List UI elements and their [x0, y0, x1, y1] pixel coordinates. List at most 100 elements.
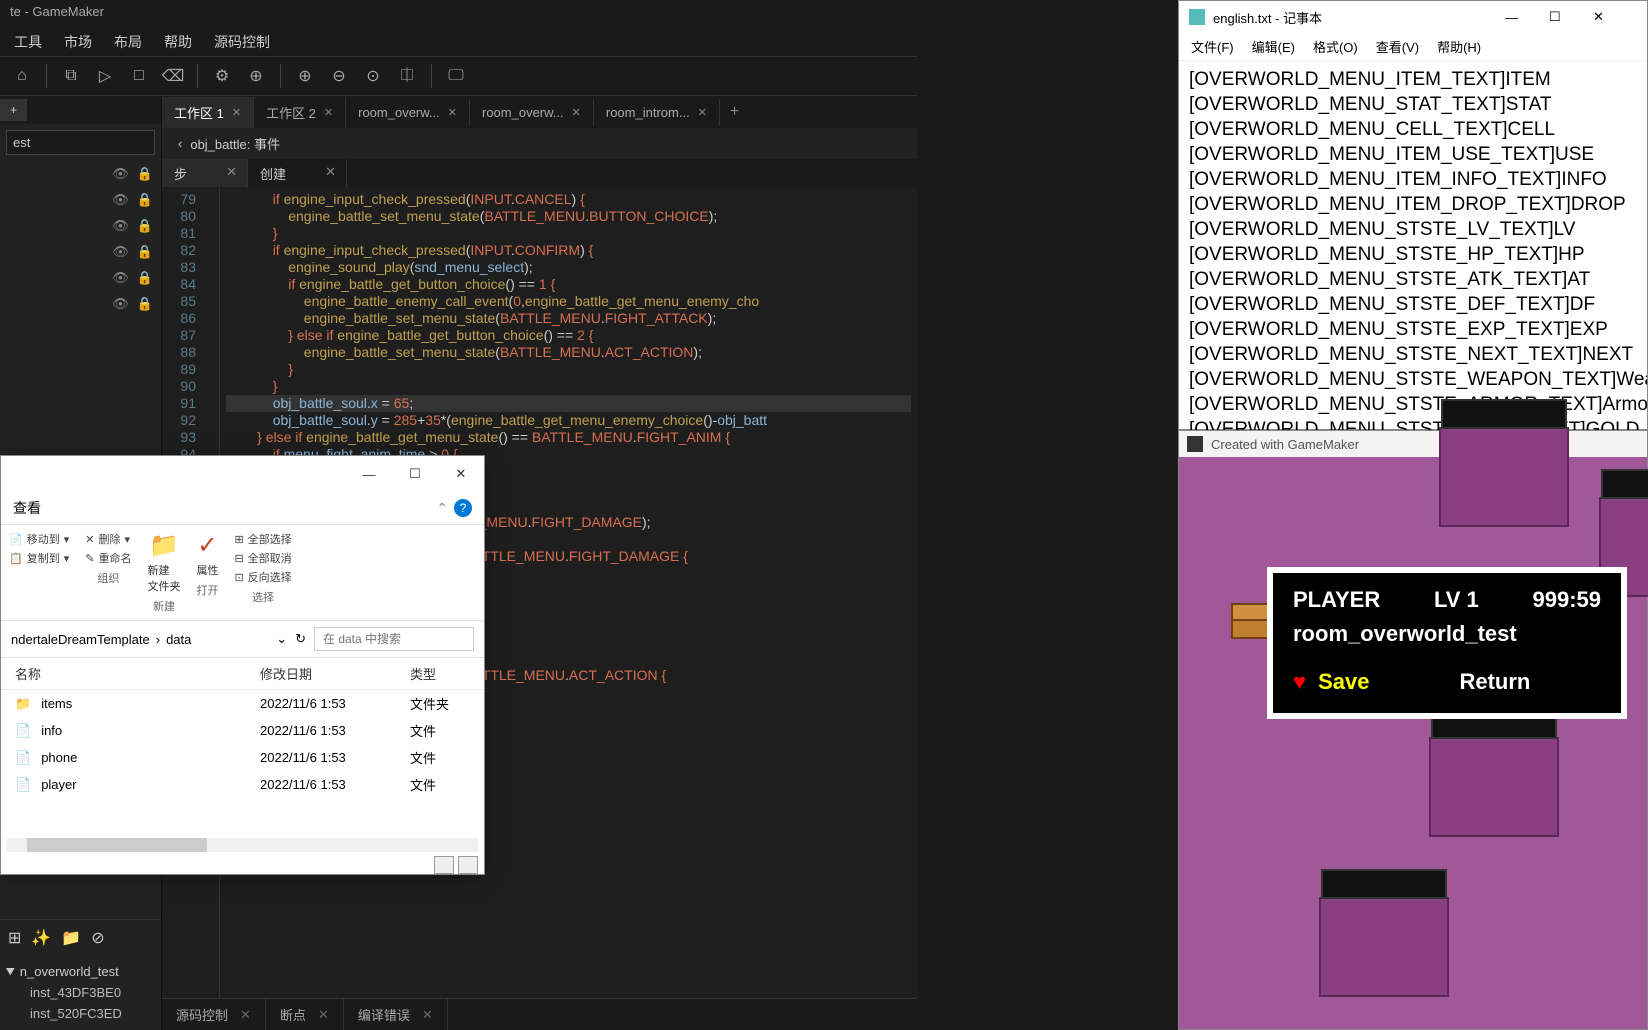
- menu-item[interactable]: 格式(O): [1313, 37, 1358, 56]
- notepad-content[interactable]: [OVERWORLD_MENU_ITEM_TEXT]ITEM [OVERWORL…: [1179, 61, 1647, 448]
- menu-item[interactable]: 帮助: [164, 32, 192, 52]
- add-tab-button[interactable]: +: [720, 97, 749, 127]
- target-icon[interactable]: ⊕: [242, 62, 270, 90]
- details-view-button[interactable]: [434, 856, 454, 874]
- close-button[interactable]: ✕: [438, 458, 484, 490]
- menu-item[interactable]: 工具: [14, 32, 42, 52]
- eye-icon[interactable]: 👁: [112, 218, 129, 234]
- layer-row[interactable]: 👁🔒: [0, 265, 161, 291]
- search-input[interactable]: [314, 627, 474, 651]
- menu-item[interactable]: 源码控制: [214, 32, 270, 52]
- chevron-down-icon[interactable]: ⌄: [276, 631, 287, 647]
- resource-search[interactable]: [6, 130, 155, 155]
- return-option[interactable]: Return: [1459, 669, 1530, 695]
- folder-icon[interactable]: 📁: [61, 928, 81, 948]
- col-name[interactable]: 名称: [15, 664, 260, 683]
- close-icon[interactable]: ✕: [325, 164, 336, 180]
- add-tab[interactable]: +: [0, 99, 27, 121]
- menu-item[interactable]: 帮助(H): [1437, 37, 1481, 56]
- eye-icon[interactable]: 👁: [112, 192, 129, 208]
- new-folder-button[interactable]: 📁 新建 文件夹: [147, 531, 180, 594]
- file-row[interactable]: 📄phone2022/11/6 1:53文件: [1, 744, 484, 771]
- select-all-button[interactable]: ⊞ 全部选择: [234, 531, 291, 547]
- workspace-tab[interactable]: room_overw...✕: [346, 99, 470, 126]
- menu-item[interactable]: 查看(V): [1376, 37, 1419, 56]
- chevron-down-icon[interactable]: ⌃: [436, 500, 448, 517]
- layer-row[interactable]: 👁🔒: [0, 187, 161, 213]
- delete-icon[interactable]: ⊘: [91, 928, 104, 948]
- workspace-tab[interactable]: room_overw...✕: [470, 99, 594, 126]
- close-icon[interactable]: ✕: [698, 106, 707, 119]
- event-tab[interactable]: 步✕: [162, 159, 248, 187]
- maximize-button[interactable]: ☐: [1549, 3, 1593, 31]
- game-viewport[interactable]: PLAYER LV 1 999:59 room_overworld_test ♥…: [1179, 457, 1647, 1029]
- close-icon[interactable]: ✕: [422, 1007, 433, 1023]
- lock-icon[interactable]: 🔒: [137, 218, 153, 234]
- instance-item[interactable]: inst_43DF3BE0: [6, 982, 155, 1003]
- eye-icon[interactable]: 👁: [112, 296, 129, 312]
- layer-row[interactable]: 👁🔒: [0, 161, 161, 187]
- close-icon[interactable]: ✕: [226, 164, 237, 180]
- col-date[interactable]: 修改日期: [260, 664, 410, 683]
- eye-icon[interactable]: 👁: [112, 270, 129, 286]
- lock-icon[interactable]: 🔒: [137, 192, 153, 208]
- close-icon[interactable]: ✕: [318, 1007, 329, 1023]
- close-icon[interactable]: ✕: [240, 1007, 251, 1023]
- event-tab[interactable]: 创建✕: [248, 159, 347, 187]
- col-type[interactable]: 类型: [410, 664, 470, 683]
- scrollbar[interactable]: [7, 838, 478, 852]
- workspace-tab[interactable]: 工作区 1✕: [162, 97, 254, 128]
- bottom-tab[interactable]: 断点✕: [266, 999, 344, 1030]
- monitor-icon[interactable]: 🖵: [442, 62, 470, 90]
- view-tab[interactable]: 查看: [13, 498, 41, 518]
- debug-icon[interactable]: ⧉: [57, 62, 85, 90]
- lock-icon[interactable]: 🔒: [137, 270, 153, 286]
- layer-row[interactable]: 👁🔒: [0, 213, 161, 239]
- add-icon[interactable]: ⊞: [8, 928, 21, 948]
- icons-view-button[interactable]: [458, 856, 478, 874]
- lock-icon[interactable]: 🔒: [137, 166, 153, 182]
- file-row[interactable]: 📄info2022/11/6 1:53文件: [1, 717, 484, 744]
- stop-icon[interactable]: □: [125, 62, 153, 90]
- maximize-button[interactable]: ☐: [392, 458, 438, 490]
- close-icon[interactable]: ✕: [448, 106, 457, 119]
- minimize-button[interactable]: —: [346, 458, 392, 490]
- eye-icon[interactable]: 👁: [112, 244, 129, 260]
- layout-icon[interactable]: ⎅: [393, 62, 421, 90]
- settings-icon[interactable]: ⚙: [208, 62, 236, 90]
- close-icon[interactable]: ✕: [324, 106, 333, 119]
- close-icon[interactable]: ✕: [572, 106, 581, 119]
- layer-row[interactable]: 👁🔒: [0, 239, 161, 265]
- select-invert-button[interactable]: ⊡ 反向选择: [234, 569, 291, 585]
- file-row[interactable]: 📄player2022/11/6 1:53文件: [1, 771, 484, 798]
- help-icon[interactable]: ?: [454, 499, 472, 517]
- rename-button[interactable]: ✎ 重命名: [85, 550, 131, 566]
- menu-item[interactable]: 编辑(E): [1252, 37, 1295, 56]
- menu-item[interactable]: 市场: [64, 32, 92, 52]
- clean-icon[interactable]: ⌫: [159, 62, 187, 90]
- select-none-button[interactable]: ⊟ 全部取消: [234, 550, 291, 566]
- instance-item[interactable]: inst_520FC3ED: [6, 1003, 155, 1024]
- eye-icon[interactable]: 👁: [112, 166, 129, 182]
- save-option[interactable]: Save: [1318, 669, 1369, 694]
- minimize-button[interactable]: —: [1505, 3, 1549, 31]
- play-icon[interactable]: ▷: [91, 62, 119, 90]
- bottom-tab[interactable]: 编译错误✕: [344, 999, 448, 1030]
- menu-item[interactable]: 布局: [114, 32, 142, 52]
- instance-root[interactable]: n_overworld_test: [6, 961, 155, 982]
- zoom-in-icon[interactable]: ⊕: [291, 62, 319, 90]
- properties-button[interactable]: ✓ 属性: [196, 531, 218, 578]
- breadcrumb[interactable]: ndertaleDreamTemplate›data: [11, 632, 268, 647]
- home-icon[interactable]: ⌂: [8, 62, 36, 90]
- copy-to-button[interactable]: 📋 复制到 ▾: [9, 550, 69, 566]
- layer-row[interactable]: 👁🔒: [0, 291, 161, 317]
- lock-icon[interactable]: 🔒: [137, 296, 153, 312]
- delete-button[interactable]: ✕ 删除 ▾: [85, 531, 131, 547]
- wand-icon[interactable]: ✨: [31, 928, 51, 948]
- workspace-tab[interactable]: room_introm...✕: [594, 99, 720, 126]
- menu-item[interactable]: 文件(F): [1191, 37, 1234, 56]
- lock-icon[interactable]: 🔒: [137, 244, 153, 260]
- close-icon[interactable]: ✕: [232, 106, 241, 119]
- refresh-icon[interactable]: ↻: [295, 631, 306, 647]
- zoom-fit-icon[interactable]: ⊙: [359, 62, 387, 90]
